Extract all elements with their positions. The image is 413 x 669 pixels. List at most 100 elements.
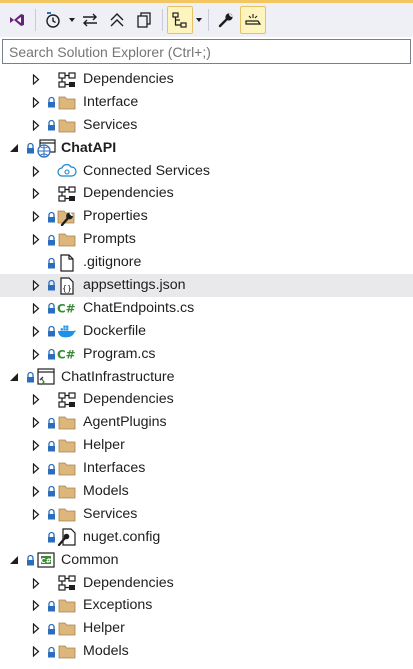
collapsed-arrow-icon[interactable] bbox=[30, 274, 42, 297]
tree-item[interactable]: Connected Services bbox=[0, 160, 413, 183]
tree-item-label: Dependencies bbox=[83, 574, 174, 591]
collapsed-arrow-icon[interactable] bbox=[30, 91, 42, 114]
svg-text:C#: C# bbox=[57, 302, 76, 316]
collapsed-arrow-icon[interactable] bbox=[30, 114, 42, 137]
collapsed-arrow-icon[interactable] bbox=[30, 503, 42, 526]
tree-item[interactable]: Services bbox=[0, 503, 413, 526]
collapsed-arrow-icon[interactable] bbox=[30, 594, 42, 617]
tree-item-label: Dockerfile bbox=[83, 322, 147, 339]
collapsed-arrow-icon[interactable] bbox=[30, 411, 42, 434]
history-dropdown-button[interactable] bbox=[67, 17, 77, 23]
tree-item[interactable]: Prompts bbox=[0, 228, 413, 251]
lock-icon bbox=[46, 640, 56, 663]
pending-changes-filter-button[interactable] bbox=[40, 6, 66, 34]
switch-views-button[interactable] bbox=[4, 6, 30, 34]
collapsed-arrow-icon[interactable] bbox=[30, 640, 42, 663]
collapsed-arrow-icon[interactable] bbox=[30, 297, 42, 320]
history-icon bbox=[44, 11, 62, 29]
tree-item[interactable]: C# Common bbox=[0, 549, 413, 572]
tree-item[interactable]: Exceptions bbox=[0, 594, 413, 617]
collapsed-arrow-icon[interactable] bbox=[30, 343, 42, 366]
dependencies-icon bbox=[57, 184, 77, 203]
tree-item[interactable]: Models bbox=[0, 480, 413, 503]
search-input[interactable] bbox=[2, 39, 411, 64]
tree-item-label: Dependencies bbox=[83, 185, 174, 202]
expanded-arrow-icon[interactable] bbox=[8, 549, 20, 572]
svg-text:{}: {} bbox=[62, 284, 72, 293]
tree-item[interactable]: nuget.config bbox=[0, 526, 413, 549]
collapse-all-button[interactable] bbox=[104, 6, 130, 34]
tree-item[interactable]: C# ChatEndpoints.cs bbox=[0, 297, 413, 320]
lock-icon bbox=[46, 297, 56, 320]
tree-item[interactable]: {} appsettings.json bbox=[0, 274, 413, 297]
tree-item-label: Dependencies bbox=[83, 391, 174, 408]
collapsed-arrow-icon[interactable] bbox=[30, 572, 42, 595]
collapsed-arrow-icon[interactable] bbox=[30, 388, 42, 411]
collapsed-arrow-icon[interactable] bbox=[30, 182, 42, 205]
tree-item-label: Prompts bbox=[83, 231, 136, 248]
tree-item[interactable]: Properties bbox=[0, 205, 413, 228]
tree-item-label: Services bbox=[83, 116, 138, 133]
tree-item[interactable]: Interface bbox=[0, 91, 413, 114]
copy-icon bbox=[135, 11, 153, 29]
lock-icon bbox=[46, 274, 56, 297]
sync-icon bbox=[81, 11, 99, 29]
tree-item[interactable]: Models bbox=[0, 640, 413, 663]
tree-item-label: Models bbox=[83, 643, 129, 660]
lock-icon bbox=[46, 617, 56, 640]
tree-item-label: Properties bbox=[83, 208, 148, 225]
collapsed-arrow-icon[interactable] bbox=[30, 160, 42, 183]
dependencies-icon bbox=[57, 70, 77, 89]
folder-icon bbox=[57, 619, 77, 638]
chevron-down-icon bbox=[195, 17, 203, 23]
config-file-icon bbox=[57, 528, 77, 547]
toolbar-separator bbox=[35, 9, 36, 31]
sync-with-active-document-button[interactable] bbox=[77, 6, 103, 34]
collapsed-arrow-icon[interactable] bbox=[30, 457, 42, 480]
tree-item-label: ChatEndpoints.cs bbox=[83, 299, 195, 316]
collapsed-arrow-icon[interactable] bbox=[30, 434, 42, 457]
csharp-project-icon: C# bbox=[36, 551, 56, 570]
csharp-file-icon: C# bbox=[57, 345, 77, 364]
tree-item[interactable]: Dependencies bbox=[0, 68, 413, 91]
svg-text:C#: C# bbox=[57, 348, 76, 362]
tree-item[interactable]: Helper bbox=[0, 617, 413, 640]
tree-item-label: Interface bbox=[83, 93, 139, 110]
solution-tree: Dependencies Interface Services ChatAPI Conn… bbox=[0, 68, 413, 663]
collapsed-arrow-icon[interactable] bbox=[30, 68, 42, 91]
expanded-arrow-icon[interactable] bbox=[8, 366, 20, 389]
show-all-files-button[interactable] bbox=[131, 6, 157, 34]
docker-icon bbox=[57, 322, 77, 341]
filter-button[interactable] bbox=[167, 6, 193, 34]
properties-button[interactable] bbox=[213, 6, 239, 34]
tree-item[interactable]: Helper bbox=[0, 434, 413, 457]
collapsed-arrow-icon[interactable] bbox=[30, 617, 42, 640]
tree-item-label: Interfaces bbox=[83, 460, 146, 477]
tree-item[interactable]: Dependencies bbox=[0, 572, 413, 595]
tree-item-label: AgentPlugins bbox=[83, 414, 167, 431]
collapsed-arrow-icon[interactable] bbox=[30, 228, 42, 251]
tree-item[interactable]: Interfaces bbox=[0, 457, 413, 480]
filter-dropdown-button[interactable] bbox=[194, 17, 204, 23]
collapsed-arrow-icon[interactable] bbox=[30, 480, 42, 503]
tree-item[interactable]: .gitignore bbox=[0, 251, 413, 274]
folder-icon bbox=[57, 230, 77, 249]
collapsed-arrow-icon[interactable] bbox=[30, 205, 42, 228]
wrench-icon bbox=[217, 11, 235, 29]
tree-item[interactable]: C# Program.cs bbox=[0, 343, 413, 366]
tree-item[interactable]: Services bbox=[0, 114, 413, 137]
tree-item-label: Dependencies bbox=[83, 71, 174, 87]
tree-item[interactable]: Dockerfile bbox=[0, 320, 413, 343]
folder-icon bbox=[57, 642, 77, 661]
tree-item[interactable]: AgentPlugins bbox=[0, 411, 413, 434]
tree-item[interactable]: Dependencies bbox=[0, 388, 413, 411]
tree-item-label: Services bbox=[83, 505, 138, 522]
expanded-arrow-icon[interactable] bbox=[8, 137, 20, 160]
lock-icon bbox=[25, 137, 35, 160]
tree-item[interactable]: Dependencies bbox=[0, 182, 413, 205]
tree-item[interactable]: ChatInfrastructure bbox=[0, 366, 413, 389]
tree-item[interactable]: ChatAPI bbox=[0, 137, 413, 160]
preview-selected-items-button[interactable] bbox=[240, 6, 266, 34]
toolbar-separator bbox=[208, 9, 209, 31]
collapsed-arrow-icon[interactable] bbox=[30, 320, 42, 343]
